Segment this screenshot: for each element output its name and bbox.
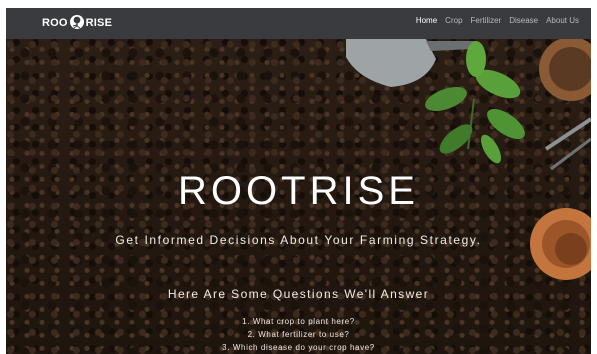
hero-title: ROOTRISE [178,169,419,213]
hero-subtitle: Get Informed Decisions About Your Farmin… [115,233,482,247]
question-item: 3. Which disease do your crop have? [222,343,375,352]
trowel-blade-shape [346,39,436,87]
questions-heading: Here Are Some Questions We'll Answer [167,287,430,301]
questions-list: 1. What crop to plant here? 2. What fert… [6,315,591,354]
nav-disease[interactable]: Disease [509,16,538,25]
question-item: 2. What fertilizer to use? [247,330,350,339]
hero-section: ROOTRISE Get Informed Decisions About Yo… [6,39,591,354]
plant-sprout-shape [425,41,525,164]
question-item: 1. What crop to plant here? [242,317,355,326]
tree-roots-icon [69,15,84,29]
nav-about-us[interactable]: About Us [546,16,579,25]
logo-text-left: ROO [42,17,68,29]
nav-links: Home Crop Fertilizer Disease About Us [416,8,579,32]
brand-logo[interactable]: ROO RISE [42,13,112,33]
nav-home[interactable]: Home [416,16,437,25]
nav-fertilizer[interactable]: Fertilizer [471,16,502,25]
page-frame: ROO RISE Home Crop Fertilizer Disease Ab… [6,8,591,354]
logo-text-right: RISE [85,17,113,29]
nav-crop[interactable]: Crop [445,16,462,25]
navbar: ROO RISE Home Crop Fertilizer Disease Ab… [6,8,591,39]
